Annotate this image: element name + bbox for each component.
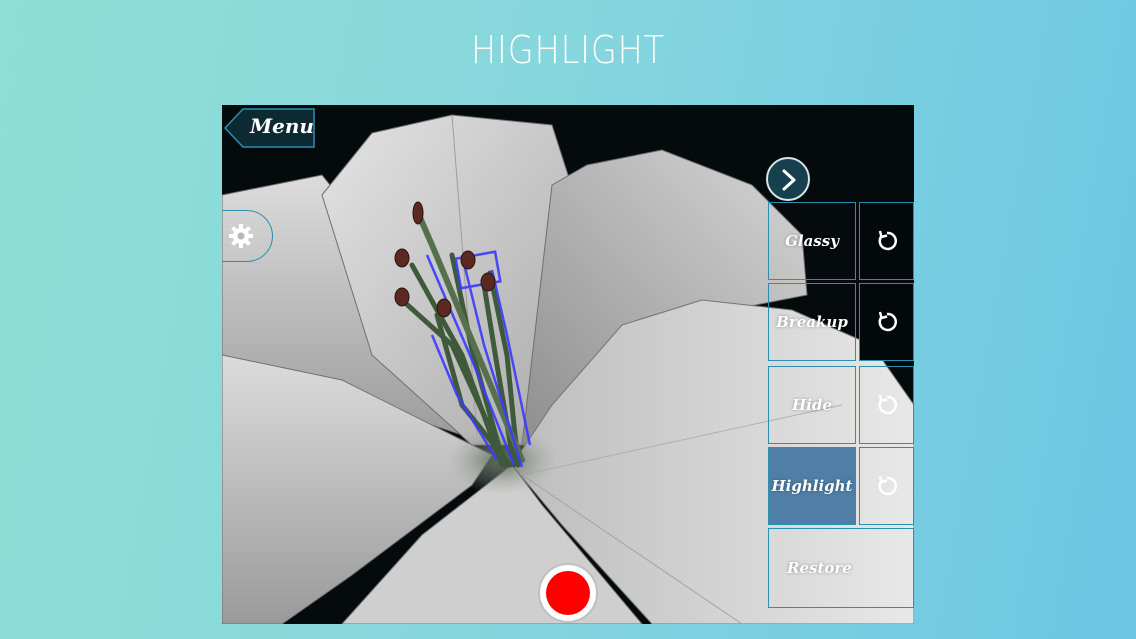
- record-button[interactable]: [538, 563, 598, 623]
- reset-breakup-button[interactable]: [859, 283, 914, 361]
- page-title: HIGHLIGHT: [471, 28, 665, 72]
- reset-hide-button[interactable]: [859, 366, 914, 444]
- reset-icon: [878, 230, 897, 251]
- hide-button[interactable]: Hide: [768, 366, 856, 444]
- chevron-right-icon: [782, 169, 796, 191]
- record-icon: [546, 571, 590, 615]
- glassy-button[interactable]: Glassy: [768, 202, 856, 280]
- breakup-button[interactable]: Breakup: [768, 283, 856, 361]
- app-viewport[interactable]: Menu Glassy Breakup Hide Highlight Resto…: [222, 105, 914, 624]
- reset-icon: [878, 394, 897, 415]
- settings-button[interactable]: [222, 210, 273, 262]
- menu-button[interactable]: Menu: [224, 108, 316, 148]
- menu-label: Menu: [250, 114, 314, 138]
- reset-glassy-button[interactable]: [859, 202, 914, 280]
- reset-highlight-button[interactable]: [859, 447, 914, 525]
- gear-icon: [228, 223, 254, 253]
- restore-button[interactable]: Restore: [768, 528, 914, 608]
- reset-icon: [878, 475, 897, 496]
- reset-icon: [878, 311, 897, 332]
- highlight-button[interactable]: Highlight: [768, 447, 856, 525]
- next-button[interactable]: [766, 157, 810, 201]
